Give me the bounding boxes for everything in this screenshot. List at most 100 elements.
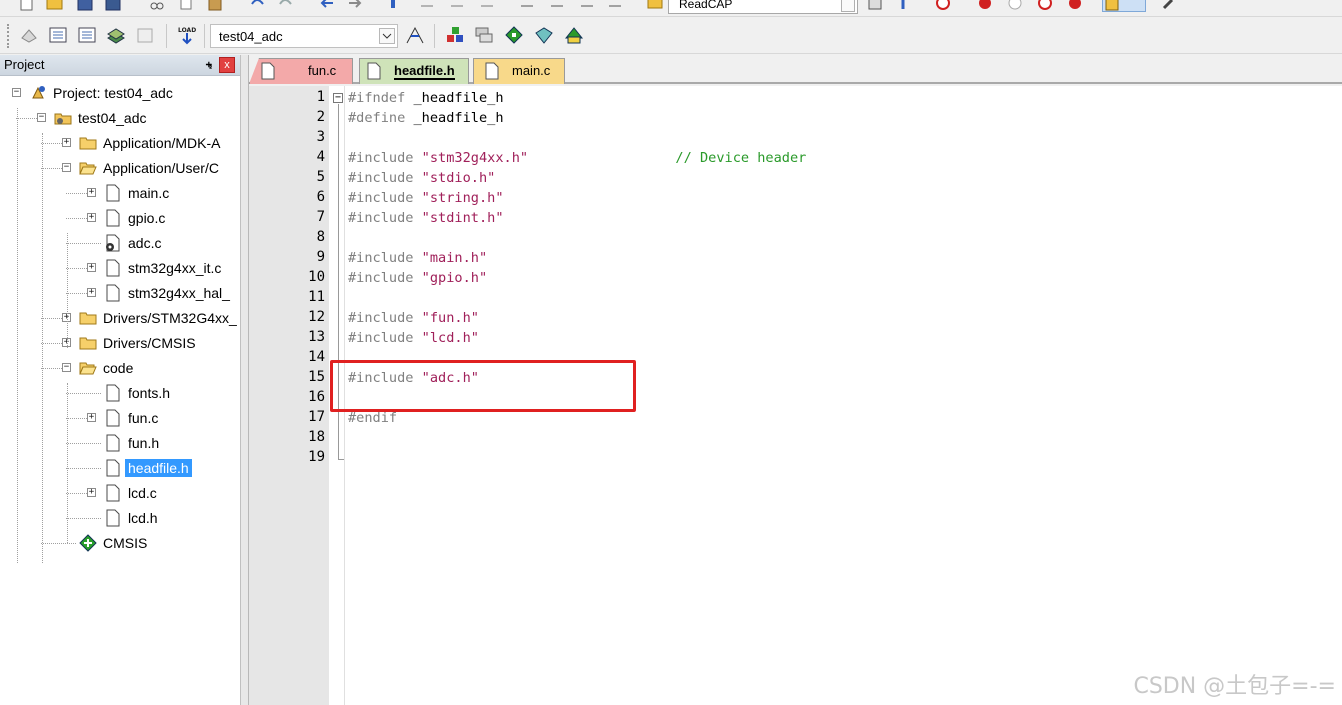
tree-item-label: code (103, 360, 134, 376)
line-number: 5 (316, 169, 325, 185)
batch-build-icon[interactable] (105, 24, 127, 46)
code-line[interactable]: #include "gpio.h" (348, 270, 487, 286)
uncomment-icon[interactable] (606, 0, 624, 12)
tree-item[interactable]: + main.c (0, 183, 241, 203)
find-in-files-icon[interactable] (646, 0, 664, 12)
code-token: #include (348, 330, 422, 346)
tree-item[interactable]: − Application/User/C (0, 158, 241, 178)
run-time-environment-icon[interactable] (563, 24, 585, 46)
bookmark-icon[interactable] (388, 0, 406, 12)
indent-icon[interactable] (518, 0, 536, 12)
chevron-down-icon[interactable] (379, 28, 395, 44)
undo-icon[interactable] (248, 0, 266, 12)
tree-item[interactable]: + stm32g4xx_it.c (0, 258, 241, 278)
pin-icon[interactable]: ⨧ (206, 58, 212, 71)
chevron-down-icon[interactable] (841, 0, 855, 12)
select-software-packs-icon[interactable] (533, 24, 555, 46)
tree-item[interactable]: − test04_adc (0, 108, 241, 128)
collapse-icon[interactable]: − (62, 163, 71, 172)
manage-project-items-icon[interactable] (444, 24, 466, 46)
tree-item[interactable]: + Drivers/CMSIS (0, 333, 241, 353)
translate-icon[interactable] (18, 24, 40, 46)
toolbar-grip[interactable] (7, 24, 10, 48)
code-line[interactable]: #define _headfile_h (348, 110, 504, 126)
code-line[interactable]: #include "stm32g4xx.h" // Device header (348, 150, 806, 166)
comment-icon[interactable] (578, 0, 596, 12)
window-layout-icon[interactable] (1102, 0, 1146, 12)
copy-icon[interactable] (178, 0, 196, 12)
expand-icon[interactable]: + (87, 213, 96, 222)
incremental-find-icon[interactable] (894, 0, 912, 12)
tree-item[interactable]: + gpio.c (0, 208, 241, 228)
tree-item[interactable]: + Application/MDK-A (0, 133, 241, 153)
tree-item[interactable]: + stm32g4xx_hal_ (0, 283, 241, 303)
code-line[interactable]: #ifndef _headfile_h (348, 90, 504, 106)
tree-item[interactable]: fun.h (0, 433, 241, 453)
tree-item[interactable]: − Project: test04_adc (0, 83, 241, 103)
prev-bookmark-icon[interactable] (418, 0, 436, 12)
tree-item[interactable]: fonts.h (0, 383, 241, 403)
collapse-icon[interactable]: − (37, 113, 46, 122)
target-options-icon[interactable] (404, 24, 426, 46)
tab-fun-c[interactable]: fun.c (249, 58, 353, 84)
tree-item[interactable]: CMSIS (0, 533, 241, 553)
collapse-icon[interactable]: − (62, 363, 71, 372)
find-icon[interactable] (866, 0, 884, 12)
debug-start-icon[interactable] (934, 0, 952, 12)
tree-item[interactable]: + lcd.c (0, 483, 241, 503)
breakpoint-kill-icon[interactable] (1066, 0, 1084, 12)
save-icon[interactable] (76, 0, 94, 12)
collapse-icon[interactable]: − (12, 88, 21, 97)
code-line[interactable]: #endif (348, 410, 397, 426)
expand-icon[interactable]: + (87, 288, 96, 297)
tree-item[interactable]: − code (0, 358, 241, 378)
tree-item[interactable]: + Drivers/STM32G4xx_ (0, 308, 241, 328)
code-line[interactable]: #include "stdint.h" (348, 210, 504, 226)
clear-bookmarks-icon[interactable] (478, 0, 496, 12)
paste-icon[interactable] (206, 0, 224, 12)
tree-item[interactable]: headfile.h (0, 458, 241, 478)
file-extensions-icon[interactable] (473, 24, 495, 46)
next-bookmark-icon[interactable] (448, 0, 466, 12)
target-select[interactable]: test04_adc (210, 24, 398, 48)
expand-icon[interactable]: + (87, 188, 96, 197)
load-download-icon[interactable]: LOAD (176, 24, 198, 46)
tree-item[interactable]: adc.c (0, 233, 241, 253)
panel-splitter[interactable] (241, 55, 249, 705)
packs-installer-icon[interactable] (503, 24, 525, 46)
close-icon[interactable]: x (219, 57, 235, 73)
breakpoint-icon[interactable] (976, 0, 994, 12)
expand-icon[interactable]: + (62, 138, 71, 147)
build-icon[interactable] (47, 24, 69, 46)
tree-item[interactable]: lcd.h (0, 508, 241, 528)
code-line[interactable]: #include "string.h" (348, 190, 504, 206)
stop-build-icon[interactable] (134, 24, 156, 46)
unindent-icon[interactable] (548, 0, 566, 12)
redo-icon[interactable] (276, 0, 294, 12)
save-all-icon[interactable] (104, 0, 122, 12)
expand-icon[interactable]: + (87, 413, 96, 422)
breakpoint-disable-icon[interactable] (1006, 0, 1024, 12)
rebuild-icon[interactable] (76, 24, 98, 46)
file-icon (104, 509, 122, 527)
expand-icon[interactable]: + (87, 488, 96, 497)
cut-icon[interactable] (148, 0, 166, 12)
open-folder-icon[interactable] (46, 0, 64, 12)
expand-icon[interactable]: + (87, 263, 96, 272)
configure-icon[interactable] (1160, 0, 1178, 12)
code-line[interactable]: #include "lcd.h" (348, 330, 479, 346)
tab-main-c[interactable]: main.c (473, 58, 565, 84)
nav-back-icon[interactable] (318, 0, 336, 12)
code-line[interactable]: #include "fun.h" (348, 310, 479, 326)
find-combo[interactable]: ReadCAP (668, 0, 858, 14)
fold-toggle-icon[interactable]: − (333, 93, 343, 103)
file-icon (104, 459, 122, 477)
new-file-icon[interactable] (18, 0, 36, 12)
nav-forward-icon[interactable] (346, 0, 364, 12)
breakpoint-clear-icon[interactable] (1036, 0, 1054, 12)
tree-item[interactable]: + fun.c (0, 408, 241, 428)
code-line[interactable]: #include "stdio.h" (348, 170, 495, 186)
toolbar-separator (166, 24, 167, 48)
tab-headfile-h[interactable]: headfile.h (359, 58, 469, 84)
code-line[interactable]: #include "main.h" (348, 250, 487, 266)
